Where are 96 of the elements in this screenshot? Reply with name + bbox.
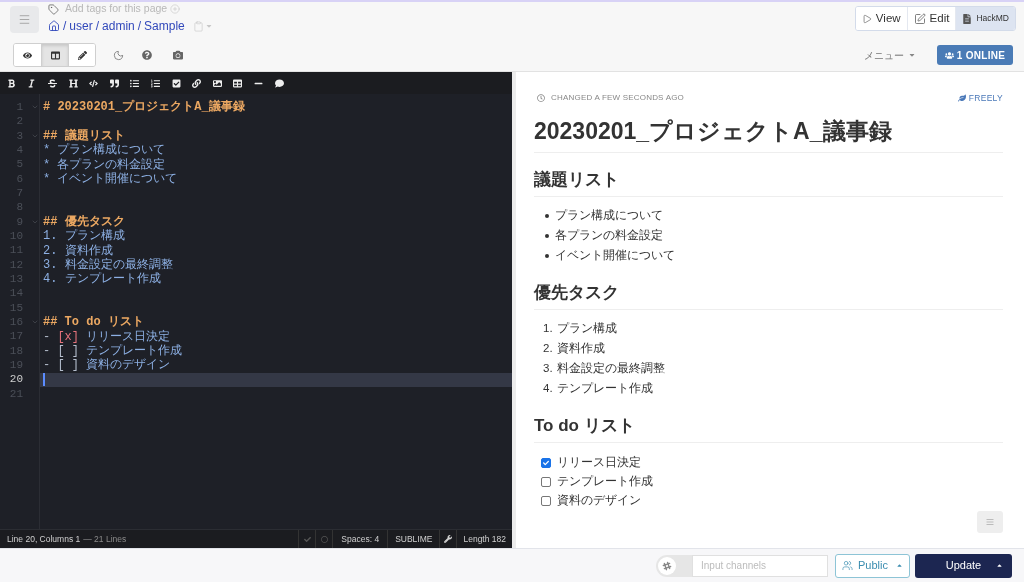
breadcrumb-separator: / [63,18,67,35]
users-icon [944,50,954,60]
menu-dropdown[interactable]: メニュー [864,47,916,63]
leaf-icon [957,94,966,102]
menu-icon [18,13,31,26]
list-item-text: プラン構成 [557,321,617,337]
code-line: - [ ] 資料のデザイン [43,357,171,375]
breadcrumb-link[interactable]: user [69,17,93,35]
list-item-text: プラン構成について [555,208,663,224]
clipboard-icon[interactable] [192,20,204,32]
italic-icon[interactable] [27,78,37,88]
breadcrumb-link[interactable]: admin [102,17,135,35]
home-icon[interactable] [48,20,60,32]
code-line: 3. 料金設定の最終調整 [43,256,173,272]
bullet-list-icon[interactable] [130,78,140,88]
table-icon[interactable] [233,78,243,88]
task-checkbox[interactable] [541,476,551,487]
moon-icon[interactable] [112,49,124,61]
clock-icon [537,94,545,102]
line-number: 20 [8,372,23,388]
link-icon[interactable] [192,78,202,88]
tag-icon [48,3,59,15]
heading-icon[interactable] [68,78,78,88]
menu-icon [986,518,994,526]
task-checkbox[interactable] [541,495,551,506]
list-item-text: テンプレート作成 [557,381,653,397]
edit-mode-button[interactable] [68,44,95,66]
caret-icon [996,562,1003,569]
section-heading: To do リスト [534,414,1003,443]
document-icon [962,13,973,24]
bold-icon[interactable] [6,78,16,88]
edit-icon [913,12,926,25]
task-text: 資料のデザイン [557,492,641,508]
permission-link[interactable]: FREELY [968,91,1003,105]
pencil-icon [77,50,87,60]
section-heading: 議題リスト [534,168,1003,197]
camera-icon[interactable] [173,50,183,60]
code-line: ## To do リスト [43,314,144,330]
play-icon [861,12,872,25]
hackmd-button[interactable]: HackMD [955,7,1015,30]
code-line: * イベント開催について [43,170,178,188]
list-item-text: 資料作成 [557,341,605,357]
list-item-text: イベント開催について [555,248,675,264]
update-button[interactable]: Update [915,553,1012,578]
eye-icon [23,50,32,60]
toggle-switch[interactable] [656,554,692,577]
code-line: 4. テンプレート作成 [43,271,161,289]
bullet-icon [545,214,549,218]
code-line: # 20230201_プロジェクトA_議事録 [43,98,245,117]
online-users-button[interactable]: 1 ONLINE [937,45,1013,65]
checkbox-icon[interactable] [171,78,181,88]
columns-icon [50,50,60,60]
people-icon [842,560,853,571]
code-line: 2. 資料作成 [43,242,113,258]
quote-icon[interactable] [109,78,119,88]
line-count: — 21 Lines [83,532,127,546]
wrench-icon[interactable] [444,535,453,543]
document-title: 20230201_プロジェクトA_議事録 [534,116,1003,153]
bullet-icon [545,234,549,238]
list-item-text: 各プランの料金設定 [555,228,663,244]
code-line: - [ ] テンプレート作成 [43,343,183,358]
strikethrough-icon[interactable] [48,78,57,88]
code-line: 1. プラン構成 [43,228,125,244]
image-icon[interactable] [212,78,222,88]
breadcrumb-separator: / [95,18,100,35]
bullet-icon [545,254,549,258]
code-line: * 各プランの料金設定 [43,156,166,172]
task-checkbox[interactable] [541,457,551,468]
code-line: ## 優先タスク [43,213,125,229]
list-number: 3. [543,361,554,377]
list-number: 1. [543,321,554,337]
text-cursor [43,373,45,387]
breadcrumb-separator: / [137,18,142,35]
channels-input[interactable]: Input channels [692,554,828,577]
code-line: - [x] リリース日決定 [43,328,171,344]
caret-icon [908,51,916,59]
help-icon[interactable] [142,50,152,60]
last-changed-text: CHANGED A FEW SECONDS AGO [551,92,685,104]
cursor-position: Line 20, Columns 1 [7,532,81,546]
list-item-text: 料金設定の最終調整 [557,361,665,377]
comment-icon[interactable] [274,78,284,88]
list-number: 4. [543,381,554,397]
check-icon[interactable] [303,535,311,543]
code-line: ## 議題リスト [43,127,125,143]
code-line: * プラン構成について [43,142,166,158]
split-mode-button[interactable] [41,44,68,66]
numbered-list-icon[interactable] [150,78,160,88]
caret-icon [896,562,903,569]
task-text: テンプレート作成 [557,473,653,489]
code-icon[interactable] [89,78,99,88]
breadcrumb-link[interactable]: Sample [144,17,185,35]
visibility-button[interactable]: Public [835,553,910,578]
list-number: 2. [543,341,554,357]
hash-icon [658,556,676,575]
section-heading: 優先タスク [534,281,1003,310]
task-text: リリース日決定 [557,454,641,470]
